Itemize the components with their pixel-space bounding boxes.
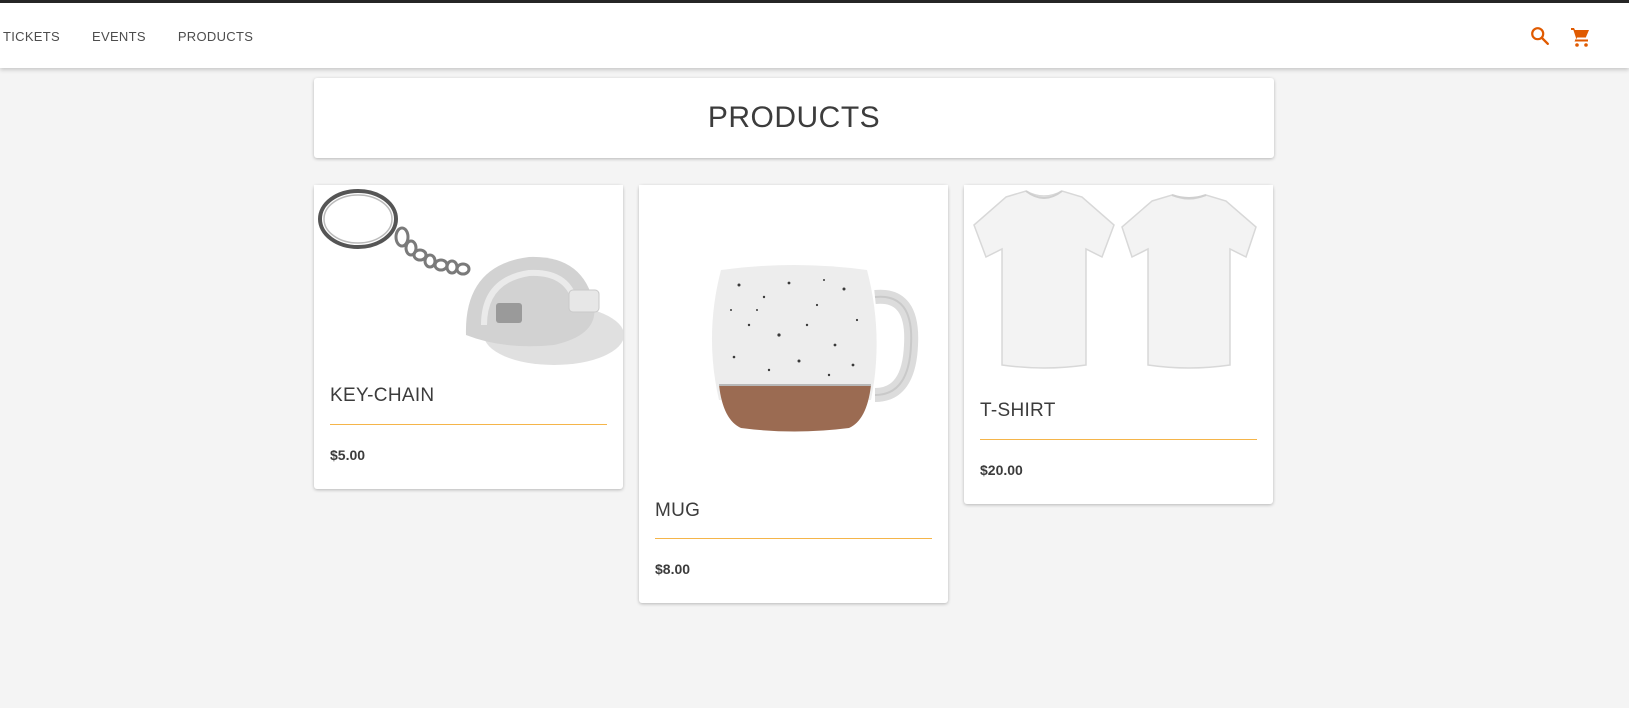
nav-item-tickets[interactable]: TICKETS	[3, 29, 60, 44]
header-actions	[1529, 25, 1593, 49]
key-chain-image[interactable]	[314, 185, 623, 370]
cart-icon[interactable]	[1569, 25, 1593, 49]
t-shirt-image[interactable]	[964, 185, 1273, 385]
product-card-key-chain[interactable]: KEY-CHAIN $5.00	[314, 185, 623, 489]
mug-image[interactable]	[639, 185, 948, 478]
product-price: $8.00	[655, 561, 691, 577]
product-price: $5.00	[330, 447, 366, 463]
product-price: $20.00	[980, 462, 1023, 478]
product-card-t-shirt[interactable]: T-SHIRT $20.00	[964, 185, 1273, 504]
product-divider	[980, 439, 1257, 440]
nav-item-products[interactable]: PRODUCTS	[178, 29, 253, 44]
search-icon[interactable]	[1529, 25, 1551, 49]
product-divider	[330, 424, 607, 425]
top-navigation-bar: TICKETS EVENTS PRODUCTS	[0, 0, 1629, 68]
nav-item-events[interactable]: EVENTS	[92, 29, 146, 44]
product-name[interactable]: T-SHIRT	[980, 400, 1056, 422]
product-name[interactable]: MUG	[655, 500, 700, 522]
product-name[interactable]: KEY-CHAIN	[330, 385, 434, 407]
product-card-mug[interactable]: MUG $8.00	[639, 185, 948, 603]
page-title-card: PRODUCTS	[314, 78, 1274, 158]
product-divider	[655, 538, 932, 539]
main-nav: TICKETS EVENTS PRODUCTS	[3, 29, 285, 44]
page-title: PRODUCTS	[707, 101, 881, 134]
